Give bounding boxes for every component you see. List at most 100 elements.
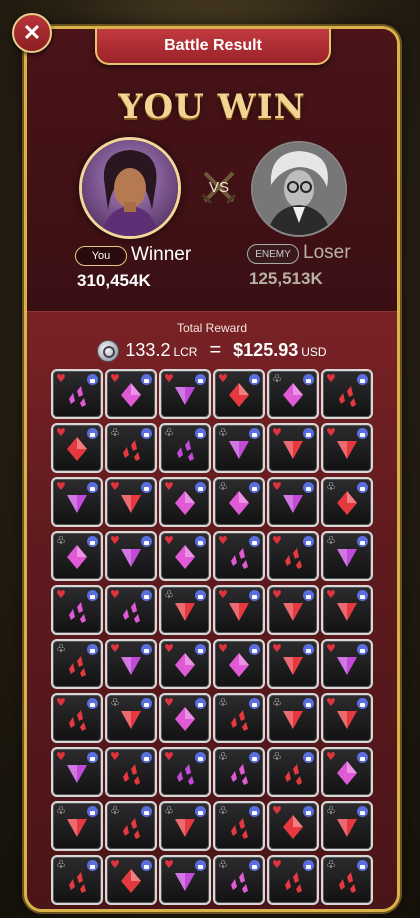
equals-sign: =	[209, 339, 222, 361]
lock-icon	[195, 644, 206, 655]
heart-suit-icon: ♥	[110, 858, 120, 871]
reward-card[interactable]: ♥	[213, 369, 265, 419]
reward-card[interactable]: ♧	[321, 909, 373, 912]
reward-card[interactable]: ♧	[159, 423, 211, 473]
reward-card[interactable]: ♥	[105, 477, 157, 527]
reward-card[interactable]: ♧	[213, 801, 265, 851]
reward-card[interactable]: ♥	[105, 747, 157, 797]
reward-card[interactable]: ♥	[321, 693, 373, 743]
lock-icon	[87, 698, 98, 709]
lock-icon	[303, 806, 314, 817]
reward-card[interactable]: ♥	[321, 585, 373, 635]
reward-card[interactable]: ♧	[159, 585, 211, 635]
lock-icon	[303, 428, 314, 439]
reward-card[interactable]: ♧	[159, 909, 211, 912]
reward-card[interactable]: ♥	[321, 369, 373, 419]
reward-usd-unit: USD	[301, 345, 327, 359]
heart-suit-icon: ♥	[110, 372, 120, 385]
reward-card[interactable]: ♧	[51, 801, 103, 851]
reward-card[interactable]: ♥	[267, 855, 319, 905]
reward-card[interactable]: ♥	[105, 909, 157, 912]
lock-icon	[357, 536, 368, 547]
reward-card[interactable]: ♥	[105, 369, 157, 419]
lock-icon	[357, 644, 368, 655]
reward-card[interactable]: ♥	[321, 639, 373, 689]
reward-card[interactable]: ♥	[159, 477, 211, 527]
lock-icon	[141, 806, 152, 817]
club-suit-icon: ♧	[110, 696, 120, 709]
close-button[interactable]: ✕	[12, 13, 52, 53]
lock-icon	[141, 860, 152, 871]
club-suit-icon: ♧	[218, 804, 228, 817]
reward-card[interactable]: ♥	[159, 639, 211, 689]
reward-card[interactable]: ♧	[213, 747, 265, 797]
reward-card[interactable]: ♧	[105, 423, 157, 473]
lock-icon	[249, 860, 260, 871]
club-suit-icon: ♧	[110, 804, 120, 817]
reward-card[interactable]: ♥	[159, 369, 211, 419]
reward-card[interactable]: ♥	[105, 855, 157, 905]
reward-card[interactable]: ♧	[267, 369, 319, 419]
lock-icon	[141, 698, 152, 709]
reward-card[interactable]: ♥	[213, 639, 265, 689]
reward-card[interactable]: ♥	[267, 531, 319, 581]
reward-card[interactable]: ♥	[213, 585, 265, 635]
reward-card[interactable]: ♥	[321, 423, 373, 473]
reward-card[interactable]: ♧	[105, 693, 157, 743]
reward-card[interactable]: ♥	[159, 747, 211, 797]
heart-suit-icon: ♥	[110, 642, 120, 655]
reward-card[interactable]: ♧	[213, 693, 265, 743]
reward-card[interactable]: ♥	[267, 909, 319, 912]
club-suit-icon: ♧	[218, 426, 228, 439]
reward-card[interactable]: ♥	[51, 423, 103, 473]
reward-card[interactable]: ♥	[51, 747, 103, 797]
reward-card[interactable]: ♧	[213, 855, 265, 905]
reward-card[interactable]: ♧	[267, 747, 319, 797]
heart-suit-icon: ♥	[272, 804, 282, 817]
club-suit-icon: ♧	[56, 858, 66, 871]
reward-card[interactable]: ♧	[51, 855, 103, 905]
club-suit-icon: ♧	[56, 804, 66, 817]
reward-card[interactable]: ♥	[159, 855, 211, 905]
reward-card[interactable]: ♥	[267, 801, 319, 851]
reward-card[interactable]: ♧	[213, 477, 265, 527]
reward-card[interactable]: ♧	[321, 801, 373, 851]
reward-card[interactable]: ♧	[159, 801, 211, 851]
reward-card[interactable]: ♥	[267, 423, 319, 473]
reward-card[interactable]: ♧	[267, 693, 319, 743]
enemy-result: Loser	[303, 242, 351, 263]
lock-icon	[249, 644, 260, 655]
reward-card[interactable]: ♥	[159, 693, 211, 743]
reward-card[interactable]: ♧	[321, 855, 373, 905]
reward-card[interactable]: ♥	[105, 585, 157, 635]
heart-suit-icon: ♥	[56, 426, 66, 439]
reward-card[interactable]: ♥	[51, 585, 103, 635]
heart-suit-icon: ♥	[326, 750, 336, 763]
reward-card[interactable]: ♥	[267, 639, 319, 689]
reward-card[interactable]: ♥	[51, 909, 103, 912]
lock-icon	[195, 752, 206, 763]
heart-suit-icon: ♥	[272, 588, 282, 601]
reward-card[interactable]: ♥	[213, 909, 265, 912]
reward-card[interactable]: ♧	[213, 423, 265, 473]
reward-card[interactable]: ♧	[321, 531, 373, 581]
reward-card[interactable]: ♥	[213, 531, 265, 581]
reward-card[interactable]: ♥	[51, 477, 103, 527]
reward-card[interactable]: ♧	[321, 477, 373, 527]
reward-card[interactable]: ♧	[51, 639, 103, 689]
reward-card[interactable]: ♥	[105, 639, 157, 689]
reward-card[interactable]: ♧	[105, 801, 157, 851]
reward-card[interactable]: ♥	[321, 747, 373, 797]
reward-card[interactable]: ♧	[51, 531, 103, 581]
player-tag: You	[75, 246, 127, 266]
lock-icon	[141, 644, 152, 655]
club-suit-icon: ♧	[326, 858, 336, 871]
heart-suit-icon: ♥	[272, 480, 282, 493]
reward-card[interactable]: ♥	[51, 693, 103, 743]
reward-card[interactable]: ♥	[105, 531, 157, 581]
reward-card[interactable]: ♥	[51, 369, 103, 419]
reward-card[interactable]: ♥	[267, 585, 319, 635]
reward-card[interactable]: ♥	[267, 477, 319, 527]
reward-unit: LCR	[173, 345, 198, 359]
reward-card[interactable]: ♥	[159, 531, 211, 581]
